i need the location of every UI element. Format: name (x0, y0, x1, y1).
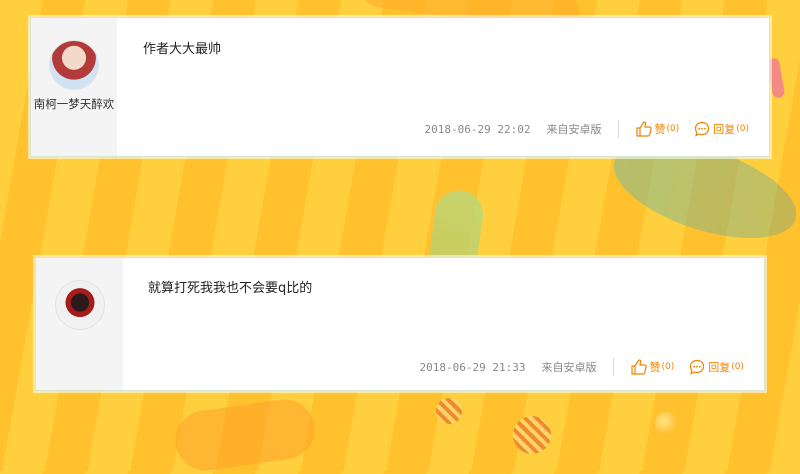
comment-meta: 2018-06-29 21:33 来自安卓版 赞 (0) 回复 (0) (420, 358, 744, 376)
thumbs-up-icon (635, 121, 652, 137)
comment-card: 南柯一梦天醉欢 作者大大最帅 2018-06-29 22:02 来自安卓版 赞 … (30, 17, 770, 157)
avatar[interactable] (54, 280, 105, 330)
comment-text: 就算打死我我也不会要q比的 (148, 281, 313, 296)
decorative-ball (655, 412, 677, 434)
comment-meta: 2018-06-29 22:02 来自安卓版 赞 (0) 回复 (0) (425, 120, 749, 138)
comment-timestamp: 2018-06-29 21:33 (419, 360, 526, 374)
comment-card: 就算打死我我也不会要q比的 2018-06-29 21:33 来自安卓版 赞 (… (35, 257, 765, 391)
reply-button[interactable]: 回复 (0) (688, 358, 744, 376)
like-button[interactable]: 赞 (0) (630, 358, 675, 376)
divider (612, 358, 614, 376)
decorative-ball (513, 416, 551, 454)
divider (617, 120, 619, 138)
decorative-ball (436, 398, 462, 424)
comment-timestamp: 2018-06-29 22:02 (424, 122, 531, 136)
like-count: (0) (661, 362, 675, 372)
reply-label: 回复 (708, 361, 731, 374)
like-label: 赞 (654, 123, 666, 136)
comment-text: 作者大大最帅 (143, 42, 222, 57)
comment-source: 来自安卓版 (546, 123, 602, 136)
like-label: 赞 (649, 361, 661, 374)
comment-source: 来自安卓版 (541, 361, 597, 374)
avatar[interactable] (49, 40, 99, 90)
comment-author-panel: 南柯一梦天醉欢 (31, 18, 117, 156)
speech-bubble-icon (690, 359, 705, 375)
like-button[interactable]: 赞 (0) (635, 120, 680, 138)
reply-label: 回复 (713, 123, 736, 136)
author-nickname[interactable]: 南柯一梦天醉欢 (34, 96, 115, 112)
reply-button[interactable]: 回复 (0) (693, 120, 749, 138)
like-count: (0) (666, 124, 680, 134)
reply-count: (0) (736, 124, 749, 134)
speech-bubble-icon (695, 121, 710, 137)
reply-count: (0) (731, 362, 744, 372)
comment-author-panel (36, 258, 123, 390)
decorative-ribbon-bottom (171, 395, 319, 474)
thumbs-up-icon (630, 359, 647, 375)
